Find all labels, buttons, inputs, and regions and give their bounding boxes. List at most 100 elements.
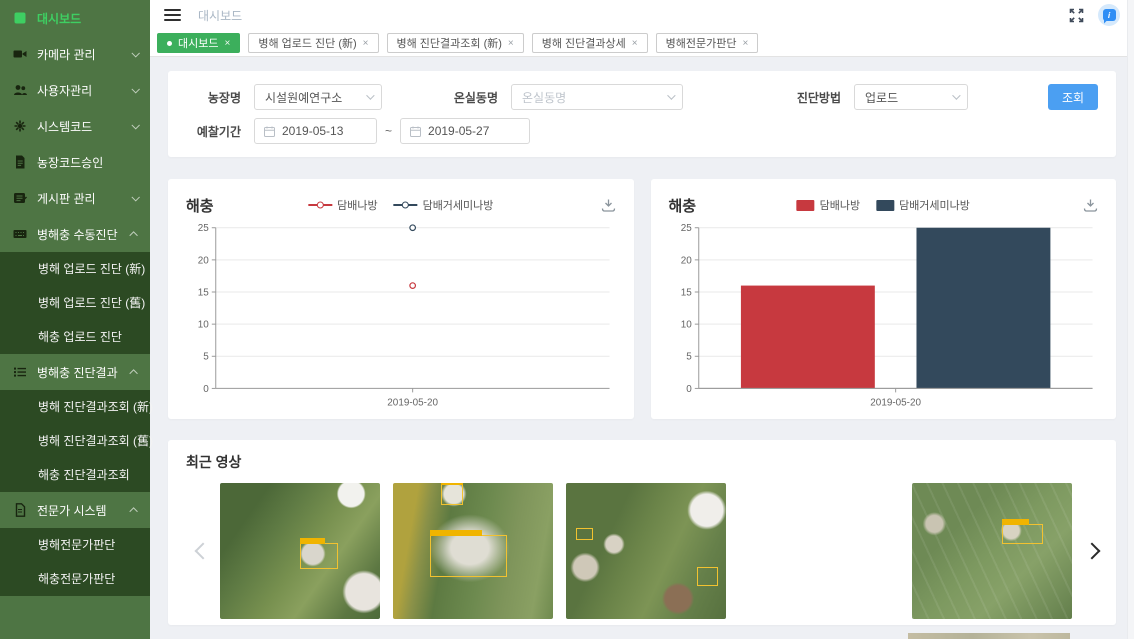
legend-item[interactable]: 담배거세미나방	[876, 197, 970, 213]
system-code-icon	[12, 119, 28, 133]
detection-box	[576, 528, 594, 540]
legend-item[interactable]: 담배거세미나방	[394, 197, 494, 213]
tab-dashboard[interactable]: 대시보드 ×	[157, 33, 240, 53]
tab-label: 병해 진단결과상세	[542, 35, 626, 51]
sidebar-subitem-disease-results-old[interactable]: 병해 진단결과조회 (舊)	[0, 424, 150, 458]
submenu-manual-diagnosis: 병해 업로드 진단 (新) 병해 업로드 진단 (舊) 해충 업로드 진단	[0, 252, 150, 354]
carousel-prev-icon[interactable]	[186, 483, 220, 619]
farm-name-select[interactable]: 시설원예연구소	[254, 84, 382, 110]
date-from-value: 2019-05-13	[282, 124, 343, 138]
swatch-icon	[797, 200, 815, 211]
sidebar-item-diagnosis-results[interactable]: 병해충 진단결과	[0, 354, 150, 390]
download-icon[interactable]	[601, 198, 616, 213]
tab-disease-upload-new[interactable]: 병해 업로드 진단 (新) ×	[248, 33, 378, 53]
recent-image[interactable]	[566, 483, 726, 619]
greenhouse-placeholder: 온실동명	[522, 89, 566, 106]
method-value: 업로드	[865, 89, 898, 106]
recent-image[interactable]	[220, 483, 380, 619]
sidebar-item-bulletin[interactable]: 게시판 관리	[0, 180, 150, 216]
date-from-input[interactable]: 2019-05-13	[254, 118, 377, 144]
scrollbar[interactable]	[1127, 0, 1134, 639]
sidebar-item-manual-diagnosis[interactable]: 병해충 수동진단	[0, 216, 150, 252]
line-marker-icon	[308, 204, 332, 206]
method-select[interactable]: 업로드	[854, 84, 968, 110]
tab-disease-results-new[interactable]: 병해 진단결과조회 (新) ×	[387, 33, 524, 53]
recent-videos-title: 최근 영상	[186, 452, 1098, 472]
sidebar-item-dashboard[interactable]: 대시보드	[0, 0, 150, 36]
pest-line-chart: 05101520252019-05-20	[186, 219, 616, 415]
download-icon[interactable]	[1083, 198, 1098, 213]
sidebar-item-label: 병해충 진단결과	[37, 364, 132, 381]
carousel-next-icon[interactable]	[1072, 483, 1112, 619]
svg-text:25: 25	[680, 223, 692, 234]
legend-label: 담배거세미나방	[899, 197, 970, 213]
svg-text:5: 5	[686, 352, 692, 363]
close-icon[interactable]: ×	[224, 38, 230, 49]
sidebar-subitem-pest-expert[interactable]: 해충전문가판단	[0, 562, 150, 596]
sidebar-item-label: 전문가 시스템	[37, 502, 132, 519]
filter-panel: 농장명 시설원예연구소 온실동명 온실동명 진단방법 업로드 조회 예찰기간 2…	[168, 71, 1116, 157]
swatch-icon	[876, 200, 894, 211]
tab-label: 병해전문가판단	[666, 35, 737, 51]
sidebar-subitem-disease-upload-old[interactable]: 병해 업로드 진단 (舊)	[0, 286, 150, 320]
submenu-diagnosis-results: 병해 진단결과조회 (新) 병해 진단결과조회 (舊) 해충 진단결과조회	[0, 390, 150, 492]
sidebar-item-label: 사용자관리	[37, 82, 132, 99]
line-marker-icon	[394, 204, 418, 206]
sidebar-item-system-code[interactable]: 시스템코드	[0, 108, 150, 144]
svg-text:15: 15	[198, 287, 210, 298]
chart-legend: 담배나방 담배거세미나방	[308, 197, 493, 213]
close-icon[interactable]: ×	[632, 38, 638, 49]
sidebar: 대시보드 카메라 관리 사용자관리 시스템코드 농장코드승인 게시판 관리 병해…	[0, 0, 150, 639]
close-icon[interactable]: ×	[363, 38, 369, 49]
submenu-expert-system: 병해전문가판단 해충전문가판단	[0, 528, 150, 596]
list-icon	[12, 365, 28, 379]
legend-item[interactable]: 담배나방	[308, 197, 377, 213]
pest-bar-chart: 05101520252019-05-20	[669, 219, 1099, 415]
greenhouse-label: 온실동명	[438, 89, 498, 106]
menu-toggle-icon[interactable]	[164, 6, 181, 24]
svg-text:0: 0	[686, 384, 692, 395]
chevron-down-icon	[131, 49, 139, 57]
svg-text:5: 5	[203, 352, 209, 363]
close-icon[interactable]: ×	[508, 38, 514, 49]
sidebar-subitem-pest-upload[interactable]: 해충 업로드 진단	[0, 320, 150, 354]
sidebar-subitem-disease-expert[interactable]: 병해전문가판단	[0, 528, 150, 562]
legend-item[interactable]: 담배나방	[797, 197, 860, 213]
sidebar-item-users[interactable]: 사용자관리	[0, 72, 150, 108]
active-dot-icon	[167, 41, 172, 46]
chart-title: 해충	[186, 195, 214, 216]
sidebar-item-farm-code[interactable]: 농장코드승인	[0, 144, 150, 180]
sidebar-item-expert-system[interactable]: 전문가 시스템	[0, 492, 150, 528]
sidebar-item-camera[interactable]: 카메라 관리	[0, 36, 150, 72]
image-carousel	[186, 483, 1098, 619]
recent-image[interactable]	[739, 483, 899, 619]
recent-videos-panel: 최근 영상	[168, 440, 1116, 625]
tab-disease-expert[interactable]: 병해전문가판단 ×	[656, 33, 759, 53]
recent-image[interactable]	[912, 483, 1072, 619]
sidebar-item-label: 병해충 수동진단	[37, 226, 132, 243]
sidebar-subitem-disease-upload-new[interactable]: 병해 업로드 진단 (新)	[0, 252, 150, 286]
sidebar-subitem-pest-results[interactable]: 해충 진단결과조회	[0, 458, 150, 492]
file-icon	[12, 503, 28, 517]
user-message-badge[interactable]: i	[1098, 4, 1120, 26]
range-separator: ~	[385, 124, 392, 138]
detection-label	[441, 483, 463, 485]
search-button[interactable]: 조회	[1048, 84, 1098, 110]
main-area: 대시보드 i 대시보드 × 병해 업로드 진단 (新) × 병해 진단결과조회	[150, 0, 1134, 639]
svg-text:20: 20	[198, 255, 210, 266]
fullscreen-icon[interactable]	[1068, 7, 1085, 24]
detection-box	[441, 484, 463, 504]
close-icon[interactable]: ×	[742, 38, 748, 49]
users-icon	[12, 83, 28, 97]
greenhouse-select[interactable]: 온실동명	[511, 84, 683, 110]
keyboard-icon	[12, 227, 28, 241]
sidebar-item-label: 대시보드	[37, 10, 138, 27]
svg-text:25: 25	[198, 223, 210, 234]
date-to-input[interactable]: 2019-05-27	[400, 118, 530, 144]
farm-name-label: 농장명	[186, 89, 241, 106]
recent-image[interactable]	[393, 483, 553, 619]
sidebar-subitem-disease-results-new[interactable]: 병해 진단결과조회 (新)	[0, 390, 150, 424]
sidebar-item-label: 농장코드승인	[37, 154, 138, 171]
tab-diagnosis-detail[interactable]: 병해 진단결과상세 ×	[532, 33, 648, 53]
dashboard-icon	[12, 11, 28, 25]
